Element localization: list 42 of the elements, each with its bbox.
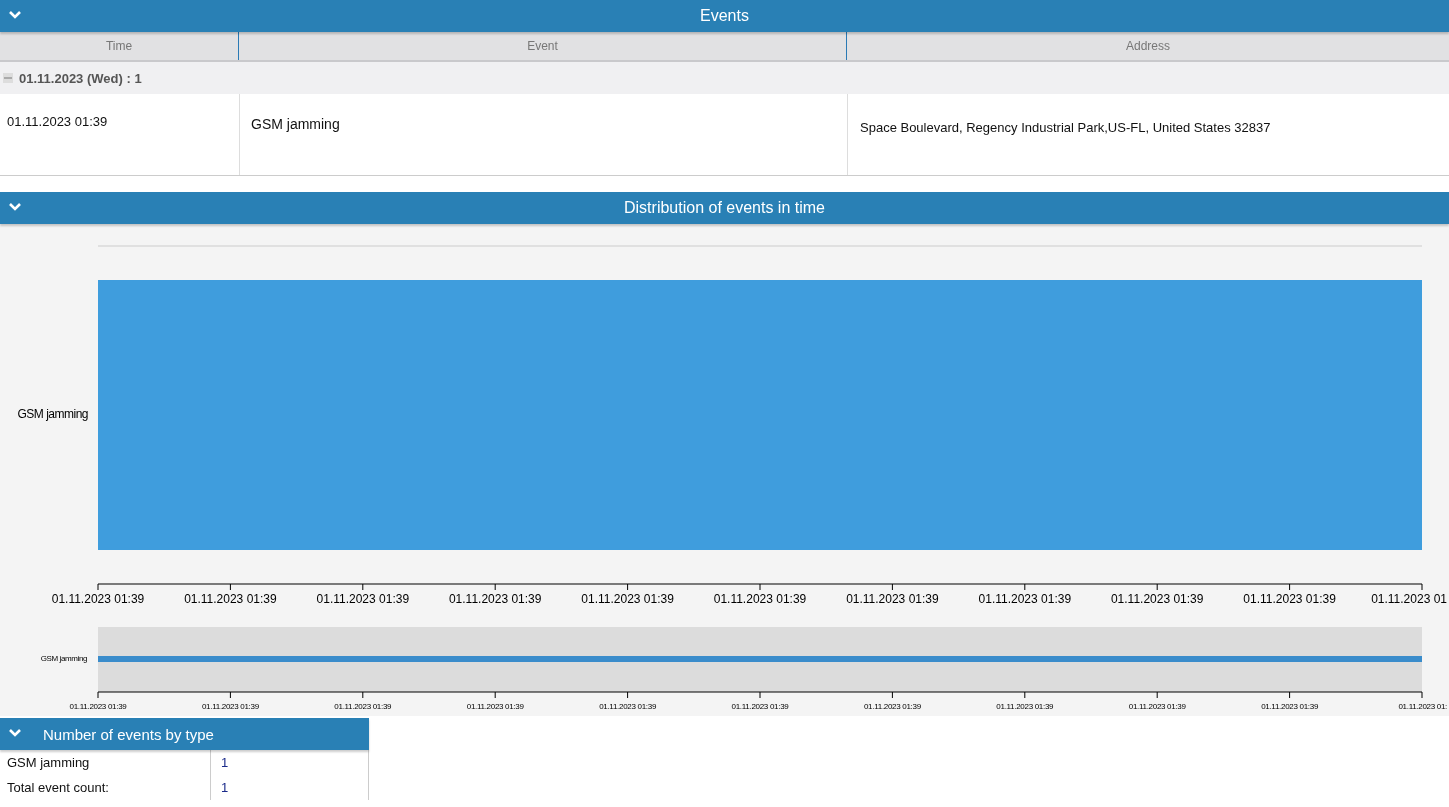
axis-tick-label: 01.11.2023 01:39 xyxy=(1243,592,1336,606)
axis-tick-label: 01.11.2023 01:39 xyxy=(334,702,392,711)
axis-tick-label: 01.11.2023 01:39 xyxy=(466,702,524,711)
axis-tick-label: 01.11.2023 01:39 xyxy=(713,592,807,606)
category-label: GSM jamming xyxy=(40,654,87,663)
axis-tick-label: 01.11.2023 01: xyxy=(1398,702,1447,711)
axis-tick-label: 01.11.2023 01:39 xyxy=(1128,702,1186,711)
axis-tick-label: 01.11.2023 01:39 xyxy=(201,702,259,711)
axis-tick-label: 01.11.2023 01:39 xyxy=(1110,592,1204,606)
table-cell: 1 xyxy=(210,775,368,800)
axis-tick-label: 01.11.2023 01:39 xyxy=(863,702,921,711)
axis-tick-label: 01.11.2023 01:39 xyxy=(316,592,410,606)
axis-tick-label: 01.11.2023 01:39 xyxy=(978,592,1072,606)
axis-tick-label: 01.11.2023 01:39 xyxy=(448,592,542,606)
table-cell-text: 01.11.2023 01:39 xyxy=(6,113,109,131)
panel-title: Number of events by type xyxy=(43,725,214,743)
axis-tick-label: 01.11.2023 01:39 xyxy=(996,702,1054,711)
collapse-chevron-icon[interactable] xyxy=(8,201,22,213)
column-header[interactable]: Time xyxy=(0,32,238,60)
axis-tick-label: 01.11.2023 01:39 xyxy=(184,592,277,606)
collapse-chevron-icon[interactable] xyxy=(8,727,22,739)
axis-tick-label: 01.11.2023 01:39 xyxy=(599,702,657,711)
axis-tick-label: 01.11.2023 01:39 xyxy=(51,592,145,606)
table-cell: GSM jamming xyxy=(239,94,847,175)
column-header[interactable]: Address xyxy=(846,32,1449,60)
group-label: 01.11.2023 (Wed) : 1 xyxy=(19,70,142,86)
axis-tick-label: 01.11.2023 01:39 xyxy=(846,592,939,606)
table-cell-text: GSM jamming xyxy=(6,754,91,772)
axis-tick-label: 01.11.2023 01:39 xyxy=(731,702,789,711)
collapse-chevron-icon[interactable] xyxy=(8,9,22,21)
column-header[interactable]: Event xyxy=(238,32,846,60)
panel-title: Events xyxy=(700,7,749,25)
table-cell-text: Total event count: xyxy=(6,779,110,797)
table-cell: Space Boulevard, Regency Industrial Park,US-FL, United States 32837 xyxy=(847,94,1449,175)
axis-tick-label: 01.11.2023 01:39 xyxy=(69,702,127,711)
table-cell: 1 xyxy=(210,750,368,775)
axis-tick-label: 01.11.2023 01:39 xyxy=(581,592,674,606)
panel-title: Distribution of events in time xyxy=(624,199,825,217)
axis-tick-label: 01.11.2023 01:39 xyxy=(1261,702,1319,711)
category-label: GSM jamming xyxy=(17,407,88,421)
axis-tick-label: 01.11.2023 01 xyxy=(1371,592,1447,606)
group-toggle[interactable] xyxy=(3,73,13,83)
